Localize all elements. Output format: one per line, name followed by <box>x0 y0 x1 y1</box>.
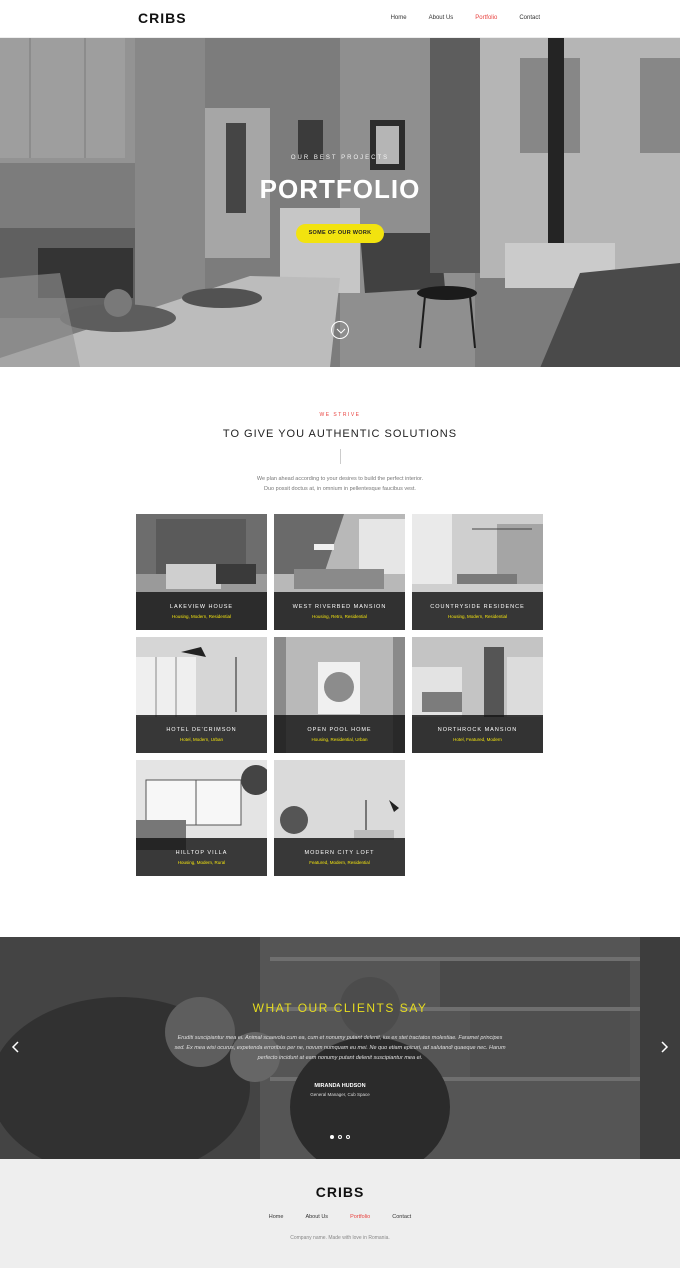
carousel-dot-1[interactable] <box>330 1135 334 1139</box>
project-caption: COUNTRYSIDE RESIDENCE Housing, Modern, R… <box>412 592 543 630</box>
chevron-down-icon <box>336 328 346 334</box>
project-caption: LAKEVIEW HOUSE Housing, Modern, Resident… <box>136 592 267 630</box>
brand-logo[interactable]: CRIBS <box>138 10 187 26</box>
footer-link-about[interactable]: About Us <box>305 1214 328 1220</box>
carousel-prev-button[interactable] <box>10 1040 22 1054</box>
project-title: COUNTRYSIDE RESIDENCE <box>430 604 525 610</box>
footer-link-portfolio[interactable]: Portfolio <box>350 1214 370 1220</box>
project-title: HILLTOP VILLA <box>175 850 228 856</box>
footer-link-home[interactable]: Home <box>269 1214 284 1220</box>
carousel-dot-2[interactable] <box>338 1135 342 1139</box>
nav-link-portfolio[interactable]: Portfolio <box>475 15 497 21</box>
project-tags: Housing, Modern, Rural <box>177 860 226 865</box>
nav-menu: Home About Us Portfolio Contact <box>391 15 540 21</box>
project-tags: Housing, Modern, Residential <box>447 614 508 619</box>
section-kicker: WE STRIVE <box>319 412 361 418</box>
footer-link-contact[interactable]: Contact <box>392 1214 411 1220</box>
project-card-lakeview-house[interactable]: LAKEVIEW HOUSE Housing, Modern, Resident… <box>136 514 267 630</box>
chevron-left-icon <box>11 1041 19 1053</box>
footer: CRIBS Home About Us Portfolio Contact Co… <box>0 1159 680 1268</box>
section-description: We plan ahead according to your desires … <box>0 474 680 494</box>
carousel-next-button[interactable] <box>658 1040 670 1054</box>
project-tags: Hotel, Modern, Urban <box>179 737 224 742</box>
hero-title: PORTFOLIO <box>259 174 421 204</box>
nav-link-contact[interactable]: Contact <box>519 15 540 21</box>
project-card-west-riverbed-mansion[interactable]: WEST RIVERBED MANSION Housing, Retro, Re… <box>274 514 405 630</box>
project-tags: Hotel, Featured, Modern <box>453 737 502 742</box>
chevron-right-icon <box>661 1041 669 1053</box>
quote-line: sed. Ex mea wisi ocurus, expetenda error… <box>174 1045 506 1051</box>
project-caption: MODERN CITY LOFT Featured, Modern, Resid… <box>274 838 405 876</box>
project-caption: OPEN POOL HOME Housing, Residential, Urb… <box>274 715 405 753</box>
project-tags: Featured, Modern, Residential <box>309 860 370 865</box>
project-tags: Housing, Residential, Urban <box>311 737 368 742</box>
testimonial-author-role: General Manager, Cub Space <box>310 1092 370 1097</box>
project-tags: Housing, Retro, Residential <box>312 614 367 619</box>
project-card-northrock-mansion[interactable]: NORTHROCK MANSION Hotel, Featured, Moder… <box>412 637 543 753</box>
footer-menu: Home About Us Portfolio Contact <box>0 1214 680 1220</box>
carousel-dot-3[interactable] <box>346 1135 350 1139</box>
some-of-our-work-button[interactable]: SOME OF OUR WORK <box>296 224 384 243</box>
hero-banner: OUR BEST PROJECTS PORTFOLIO SOME OF OUR … <box>0 38 680 367</box>
nav-link-about[interactable]: About Us <box>429 15 454 21</box>
top-navbar: CRIBS Home About Us Portfolio Contact <box>0 0 680 38</box>
section-divider <box>340 449 341 464</box>
section-description-line: Duo possit doctus at, in omnium in pelle… <box>264 486 416 492</box>
project-title: NORTHROCK MANSION <box>437 727 518 733</box>
footer-copyright: Company name. Made with love in Romania. <box>290 1235 390 1241</box>
project-title: HOTEL DE'CRIMSON <box>166 727 237 733</box>
project-card-open-pool-home[interactable]: OPEN POOL HOME Housing, Residential, Urb… <box>274 637 405 753</box>
project-title: OPEN POOL HOME <box>307 727 372 733</box>
quote-line: perfecto incidunt at eam nonumy putant d… <box>257 1055 423 1061</box>
project-caption: HILLTOP VILLA Housing, Modern, Rural <box>136 838 267 876</box>
hero-subtitle: OUR BEST PROJECTS <box>290 155 390 161</box>
project-caption: NORTHROCK MANSION Hotel, Featured, Moder… <box>412 715 543 753</box>
project-title: LAKEVIEW HOUSE <box>169 604 234 610</box>
project-card-modern-city-loft[interactable]: MODERN CITY LOFT Featured, Modern, Resid… <box>274 760 405 876</box>
testimonial-title: WHAT OUR CLIENTS SAY <box>252 1001 428 1015</box>
project-card-hilltop-villa[interactable]: HILLTOP VILLA Housing, Modern, Rural <box>136 760 267 876</box>
quote-line: Eruditi suscipiantur mea ei. Animal scae… <box>177 1035 503 1041</box>
testimonial-section: WHAT OUR CLIENTS SAY Eruditi suscipiantu… <box>0 937 680 1159</box>
project-title: MODERN CITY LOFT <box>304 850 375 856</box>
scroll-down-button[interactable] <box>331 321 349 339</box>
testimonial-author-name: MIRANDA HUDSON <box>314 1083 366 1089</box>
nav-link-home[interactable]: Home <box>391 15 407 21</box>
project-card-hotel-de-crimson[interactable]: HOTEL DE'CRIMSON Hotel, Modern, Urban <box>136 637 267 753</box>
footer-logo[interactable]: CRIBS <box>0 1184 680 1200</box>
project-tags: Housing, Modern, Residential <box>171 614 232 619</box>
section-title: TO GIVE YOU AUTHENTIC SOLUTIONS <box>222 428 458 440</box>
project-caption: WEST RIVERBED MANSION Housing, Retro, Re… <box>274 592 405 630</box>
project-title: WEST RIVERBED MANSION <box>292 604 387 610</box>
testimonial-quote: Eruditi suscipiantur mea ei. Animal scae… <box>170 1033 510 1063</box>
project-card-countryside-residence[interactable]: COUNTRYSIDE RESIDENCE Housing, Modern, R… <box>412 514 543 630</box>
section-description-line: We plan ahead according to your desires … <box>256 476 424 482</box>
project-caption: HOTEL DE'CRIMSON Hotel, Modern, Urban <box>136 715 267 753</box>
carousel-indicators <box>330 1135 350 1139</box>
